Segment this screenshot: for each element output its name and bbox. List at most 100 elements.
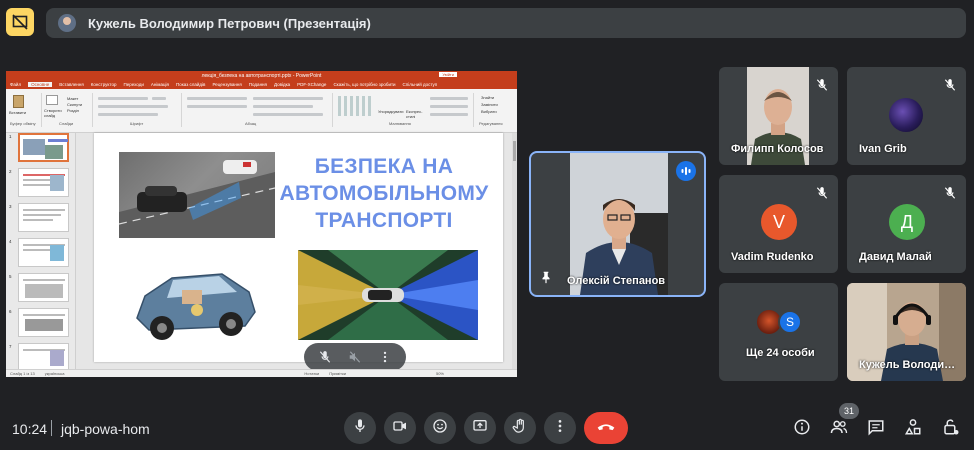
- people-button[interactable]: [828, 418, 850, 440]
- pp-status-bar: Слайд 1 із 13 українська Нотатки Примітк…: [6, 369, 517, 377]
- speaker-name: Олексій Степанов: [567, 275, 666, 287]
- more-options-button[interactable]: [544, 412, 576, 444]
- volume-off-icon[interactable]: [345, 347, 365, 367]
- thumb-num: 5: [9, 274, 12, 279]
- pp-tab: Подання: [248, 82, 267, 87]
- rb-slides: Створити слайд Макет Скинути Розділ Слай…: [43, 93, 93, 127]
- slide-thumbnails: 1 2 3 4 5 6 7: [6, 133, 76, 372]
- thumb-num: 7: [9, 344, 12, 349]
- pp-share: Спільний доступ: [402, 82, 438, 87]
- activities-button[interactable]: [902, 418, 924, 440]
- pin-icon[interactable]: [539, 270, 553, 289]
- participant-name: Ivan Grib: [859, 143, 907, 155]
- pp-tab: Анімація: [150, 82, 169, 87]
- rb-replace: Замінити: [481, 102, 498, 107]
- host-controls-button[interactable]: [940, 418, 962, 440]
- mic-off-icon: [942, 77, 958, 93]
- mic-off-icon[interactable]: [315, 347, 335, 367]
- present-icon: [472, 418, 488, 439]
- participant-tile[interactable]: Ivan Grib: [847, 67, 966, 165]
- sensor-radar-image: [298, 250, 478, 340]
- host-controls-icon: [942, 418, 960, 441]
- participant-avatar: Д: [889, 204, 925, 240]
- divider: [51, 420, 52, 436]
- participant-name: Кужель Володи…: [859, 359, 956, 371]
- rb-drawing: Упорядкувати Експрес-стилі Малювання: [334, 93, 474, 127]
- chat-icon: [867, 418, 885, 441]
- rb-label-drawing: Малювання: [389, 121, 411, 126]
- rb-editing: Знайти Замінити Вибрати Редагування: [475, 93, 515, 127]
- pp-window-title: лекція_безпека на автотранспорті.pptx - …: [201, 72, 322, 79]
- current-slide: БЕЗПЕКА НА АВТОМОБІЛЬНОМУ ТРАНСПОРТІ: [94, 133, 503, 371]
- more-vert-icon[interactable]: [375, 347, 395, 367]
- participant-avatar: V: [761, 204, 797, 240]
- pp-tab: Вставлення: [59, 82, 84, 87]
- pp-ribbon-tabs: Файл Основне Вставлення Конструктор Пере…: [6, 80, 517, 89]
- meeting-details-button[interactable]: [791, 418, 813, 440]
- pp-tab: Довідка: [273, 82, 291, 87]
- present-button[interactable]: [464, 412, 496, 444]
- camera-button[interactable]: [384, 412, 416, 444]
- slide-scrollbar: [512, 133, 517, 369]
- paste-icon: [13, 95, 24, 108]
- rb-quick-styles: Експрес-стилі: [406, 109, 423, 119]
- mic-off-icon: [942, 185, 958, 201]
- meeting-time: 10:24: [12, 421, 48, 437]
- more-participants-tile[interactable]: S Ще 24 особи: [719, 283, 838, 381]
- shared-screen: лекція_безпека на автотранспорті.pptx - …: [6, 71, 517, 377]
- pp-tab: Показ слайдів: [175, 82, 206, 87]
- comments-label: Примітки: [329, 371, 346, 376]
- pp-title-bar: лекція_безпека на автотранспорті.pptx - …: [6, 71, 517, 80]
- new-slide-icon: [46, 95, 58, 105]
- raise-hand-button[interactable]: [504, 412, 536, 444]
- more-participants-label: Ще 24 особи: [746, 347, 815, 359]
- speaker-tile[interactable]: Олексій Степанов: [529, 151, 706, 297]
- rb-arrange: Упорядкувати: [378, 109, 404, 114]
- participant-avatar: [889, 98, 923, 132]
- pp-tab-active: Основне: [28, 82, 53, 87]
- meeting-code: jqb-powa-hom: [61, 421, 150, 437]
- raise-hand-icon: [512, 418, 528, 439]
- rb-layout: Макет: [67, 96, 79, 101]
- presenter-title: Кужель Володимир Петрович (Презентація): [88, 15, 371, 31]
- self-view-tile[interactable]: Кужель Володи…: [847, 283, 966, 381]
- mic-off-icon: [814, 185, 830, 201]
- people-icon: [830, 418, 848, 441]
- participant-tile[interactable]: Д Давид Малай: [847, 175, 966, 273]
- rb-label-editing: Редагування: [479, 121, 503, 126]
- pp-sign-in: Увійти: [439, 72, 457, 77]
- language: українська: [44, 371, 65, 376]
- participant-name: Филипп Колосов: [731, 143, 824, 155]
- chat-button[interactable]: [865, 418, 887, 440]
- presentation-banner: Кужель Володимир Петрович (Презентація): [46, 8, 966, 38]
- speaker-video: [570, 153, 668, 295]
- reactions-button[interactable]: [424, 412, 456, 444]
- zoom-level: 50%: [435, 371, 444, 376]
- road-cars-image: [119, 152, 275, 238]
- end-call-button[interactable]: [584, 412, 628, 444]
- thumb-num: 3: [9, 204, 12, 209]
- rb-paragraph: Абзац: [183, 93, 333, 127]
- slide-thumb-7: [18, 343, 69, 372]
- participant-tile[interactable]: Филипп Колосов: [719, 67, 838, 165]
- rb-paste: Вставити: [9, 110, 27, 115]
- participant-tile[interactable]: V Vadim Rudenko: [719, 175, 838, 273]
- slide-title: БЕЗПЕКА НА АВТОМОБІЛЬНОМУ ТРАНСПОРТІ: [279, 155, 489, 232]
- participant-count-badge: 31: [839, 403, 859, 419]
- slide-thumb-3: [18, 203, 69, 232]
- rb-label-slides: Слайди: [59, 121, 74, 126]
- thumb-num: 6: [9, 309, 12, 314]
- info-icon: [793, 418, 811, 441]
- rb-reset: Скинути: [67, 102, 83, 107]
- stop-presenting-icon[interactable]: [6, 8, 34, 36]
- rb-label-clipboard: Буфер обміну: [10, 121, 36, 126]
- activities-icon: [904, 418, 922, 441]
- rb-label-font: Шрифт: [130, 121, 144, 126]
- slide-thumb-2: [18, 168, 69, 197]
- participant-avatar: S: [778, 310, 802, 334]
- rb-font: Шрифт: [94, 93, 182, 127]
- pp-workspace: 1 2 3 4 5 6 7 БЕЗПЕКА НА АВТОМОБІЛЬНОМУ …: [6, 133, 517, 372]
- mic-button[interactable]: [344, 412, 376, 444]
- more-options-icon: [552, 418, 568, 439]
- pp-tab: Рецензування: [212, 82, 242, 87]
